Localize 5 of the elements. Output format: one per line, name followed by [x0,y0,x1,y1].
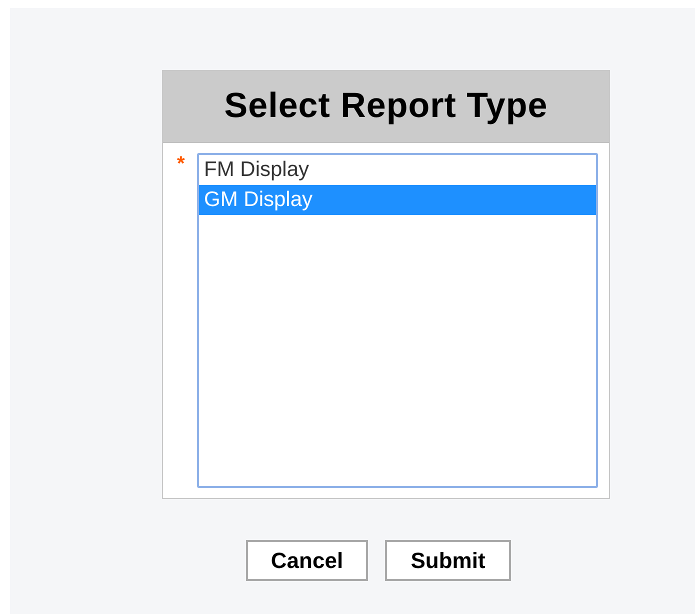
cancel-button[interactable]: Cancel [246,540,368,581]
required-mark: * [177,153,186,177]
report-type-listbox[interactable]: FM Display GM Display [197,153,598,488]
submit-button[interactable]: Submit [385,540,511,581]
dialog-title: Select Report Type [224,85,548,128]
